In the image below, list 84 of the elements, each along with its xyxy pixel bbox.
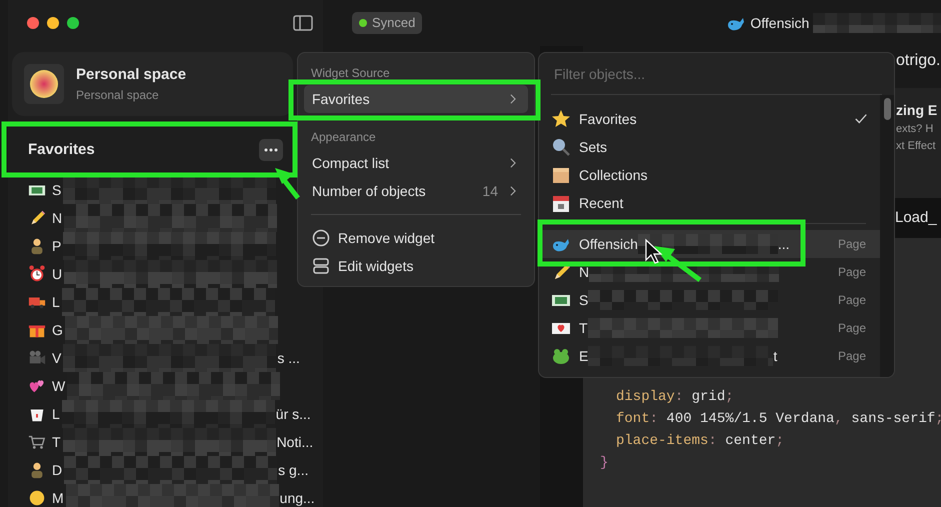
video-camera-icon: [28, 349, 46, 367]
favorite-item-title[interactable]: W: [52, 376, 66, 396]
favorite-item-title[interactable]: ür s...: [276, 404, 311, 424]
object-title: t: [773, 346, 778, 366]
object-type: Page: [838, 236, 866, 253]
status-dot: [359, 19, 367, 27]
code-line: }: [600, 455, 608, 471]
sync-status: Synced: [352, 12, 422, 34]
code-line: place-items: center;: [616, 433, 784, 449]
favorite-item-title[interactable]: L: [52, 292, 60, 312]
space-title: Personal space: [76, 64, 186, 85]
remove-icon: [312, 229, 330, 247]
source-item[interactable]: Collections: [539, 161, 880, 189]
article-text: exts? H: [896, 122, 934, 137]
filter-field[interactable]: Filter objects...: [551, 53, 882, 95]
favorite-item-title[interactable]: P: [52, 236, 62, 256]
object-item[interactable]: S Page: [539, 286, 880, 314]
article-heading: zing E: [896, 101, 938, 120]
zoom-window-icon: [67, 17, 79, 29]
minimize-window-icon: [47, 17, 59, 29]
close-window-icon: [27, 17, 39, 29]
widget-title: Favorites: [28, 140, 95, 160]
star-icon: [551, 109, 571, 129]
favorite-item-title[interactable]: T: [52, 432, 61, 452]
favorite-item-title[interactable]: L: [52, 404, 60, 424]
favorite-item-title[interactable]: S: [52, 180, 62, 200]
face-icon: [28, 489, 46, 507]
source-item[interactable]: Favorites: [539, 105, 880, 133]
alarm-clock-icon: [28, 265, 46, 283]
menu-item[interactable]: Edit widgets: [304, 252, 528, 280]
space-avatar-icon: [24, 64, 64, 104]
box-icon: [551, 165, 571, 185]
menu-section-header: Widget Source: [310, 65, 391, 82]
search-icon: [551, 137, 571, 157]
favorite-item-title[interactable]: U: [52, 264, 62, 284]
object-type: Page: [838, 320, 866, 337]
shopping-cart-icon: [28, 433, 46, 451]
article-text: xt Effect: [896, 138, 937, 154]
favorite-item-title[interactable]: s ...: [277, 348, 300, 368]
source-item[interactable]: Sets: [539, 133, 880, 161]
more-button[interactable]: [259, 139, 283, 161]
widgets-icon: [312, 257, 330, 275]
object-count: 14: [482, 182, 498, 198]
favorite-item-title[interactable]: s g...: [278, 460, 308, 480]
favorite-item-title[interactable]: V: [52, 348, 62, 368]
code-line: display: grid;: [616, 389, 734, 405]
object-title: E: [579, 346, 588, 366]
favorite-item-title[interactable]: Noti...: [276, 432, 314, 452]
page-title: Offensich: [750, 14, 810, 32]
object-title: S: [579, 290, 588, 310]
menu-section-header: Appearance: [310, 129, 377, 146]
object-title: T: [579, 318, 588, 338]
space-subtitle: Personal space: [76, 87, 160, 104]
more-icon: [264, 148, 278, 152]
menu-item[interactable]: Remove widget: [304, 224, 528, 252]
object-item[interactable]: N Page: [539, 258, 880, 286]
favorite-item-title[interactable]: G: [52, 320, 63, 340]
menu-item[interactable]: Favorites: [304, 85, 528, 113]
annotation-arrow: [275, 168, 300, 200]
favorite-item-title[interactable]: M: [52, 488, 64, 507]
sidebar-toggle-icon: [293, 15, 313, 31]
code-line: font: 400 145%/1.5 Verdana, sans-serif;: [616, 411, 941, 427]
page-url: otrigo.: [896, 51, 940, 71]
menu-item[interactable]: Number of objects 14: [304, 177, 528, 205]
favorite-item-title[interactable]: D: [52, 460, 62, 480]
banner-text: Load_: [895, 208, 937, 228]
annotation-arrow: [654, 246, 702, 282]
object-type: Page: [838, 292, 866, 309]
object-title: ...: [778, 234, 790, 254]
space-card[interactable]: Personal space Personal space: [12, 52, 293, 116]
object-type: Page: [838, 348, 866, 365]
frog-icon: [551, 346, 571, 366]
object-title: Offensich: [579, 234, 638, 254]
menu-item[interactable]: Compact list: [304, 149, 528, 177]
object-title: N: [579, 262, 590, 282]
calendar-icon: [551, 193, 571, 213]
object-item[interactable]: T Page: [539, 314, 880, 342]
mouse-cursor: [645, 238, 663, 264]
scrollbar[interactable]: [880, 95, 894, 377]
object-item[interactable]: E t Page: [539, 342, 880, 370]
favorite-item-title[interactable]: ung...: [280, 488, 315, 507]
favorite-item-title[interactable]: N: [52, 208, 62, 228]
source-item[interactable]: Recent: [539, 189, 880, 217]
object-type: Page: [838, 264, 866, 281]
